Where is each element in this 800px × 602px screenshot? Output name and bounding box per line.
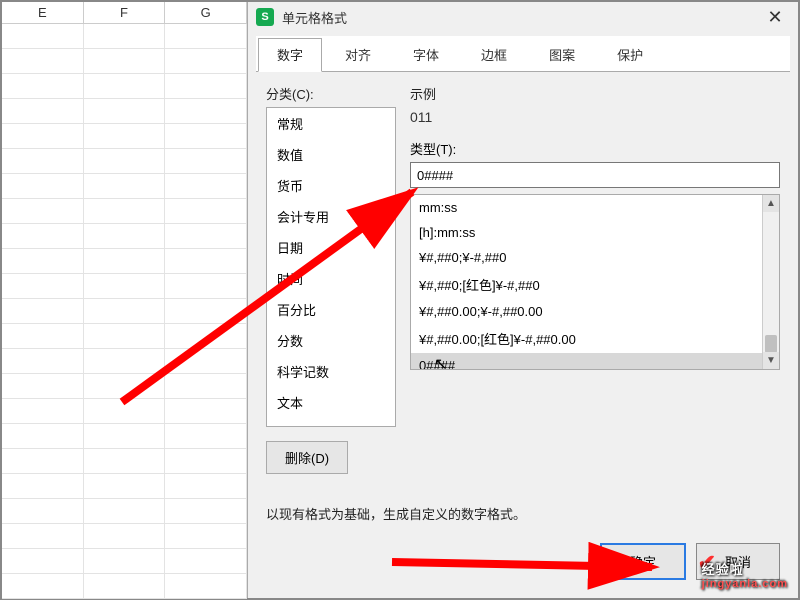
tab-font[interactable]: 字体 — [394, 38, 458, 71]
fmt-item-selected[interactable]: 0#### — [411, 353, 779, 369]
fmt-item[interactable]: mm:ss — [411, 195, 779, 220]
col-header-e[interactable]: E — [2, 2, 84, 24]
fmt-item[interactable]: ¥#,##0;¥-#,##0 — [411, 245, 779, 270]
cat-fraction[interactable]: 分数 — [267, 325, 395, 356]
scroll-thumb[interactable] — [765, 335, 777, 353]
cancel-button[interactable]: 取消 — [696, 543, 780, 580]
cat-text[interactable]: 文本 — [267, 387, 395, 418]
scroll-up-icon[interactable]: ▲ — [763, 195, 779, 212]
cat-time[interactable]: 时间 — [267, 263, 395, 294]
scrollbar[interactable]: ▲ ▼ — [762, 195, 779, 369]
column-headers: E F G — [2, 2, 247, 24]
cat-scientific[interactable]: 科学记数 — [267, 356, 395, 387]
col-header-f[interactable]: F — [84, 2, 166, 24]
close-button[interactable]: ✕ — [760, 7, 790, 28]
cat-number[interactable]: 数值 — [267, 139, 395, 170]
tab-border[interactable]: 边框 — [462, 38, 526, 71]
cells-grid[interactable] — [2, 24, 247, 599]
fmt-item[interactable]: ¥#,##0.00;[红色]¥-#,##0.00 — [411, 324, 779, 353]
tab-bar: 数字 对齐 字体 边框 图案 保护 — [256, 36, 790, 72]
dialog-title: 单元格格式 — [282, 8, 760, 27]
dialog-footer: 确定 取消 — [600, 543, 780, 580]
tab-pattern[interactable]: 图案 — [530, 38, 594, 71]
title-bar: S 单元格格式 ✕ — [248, 2, 798, 32]
app-icon: S — [256, 8, 274, 26]
tab-number[interactable]: 数字 — [258, 38, 322, 72]
cat-accounting[interactable]: 会计专用 — [267, 201, 395, 232]
format-list[interactable]: mm:ss [h]:mm:ss ¥#,##0;¥-#,##0 ¥#,##0;[红… — [410, 194, 780, 370]
type-input[interactable] — [410, 162, 780, 188]
dialog-body: 分类(C): 常规 数值 货币 会计专用 日期 时间 百分比 分数 科学记数 文… — [248, 72, 798, 486]
fmt-item[interactable]: [h]:mm:ss — [411, 220, 779, 245]
type-label: 类型(T): — [410, 139, 780, 158]
scroll-down-icon[interactable]: ▼ — [763, 352, 779, 369]
cell-format-dialog: S 单元格格式 ✕ 数字 对齐 字体 边框 图案 保护 分类(C): 常规 数值… — [247, 2, 798, 598]
tab-protect[interactable]: 保护 — [598, 38, 662, 71]
sample-box: 示例 011 — [410, 84, 780, 125]
cat-percent[interactable]: 百分比 — [267, 294, 395, 325]
sample-label: 示例 — [410, 84, 780, 103]
spreadsheet-area: E F G — [2, 2, 247, 602]
fmt-item[interactable]: ¥#,##0;[红色]¥-#,##0 — [411, 270, 779, 299]
ok-button[interactable]: 确定 — [600, 543, 686, 580]
category-label: 分类(C): — [266, 84, 396, 103]
cat-currency[interactable]: 货币 — [267, 170, 395, 201]
delete-button[interactable]: 删除(D) — [266, 441, 348, 474]
hint-text: 以现有格式为基础，生成自定义的数字格式。 — [266, 504, 780, 523]
category-column: 分类(C): 常规 数值 货币 会计专用 日期 时间 百分比 分数 科学记数 文… — [266, 84, 396, 474]
cat-special[interactable]: 特殊 — [267, 418, 395, 427]
cat-date[interactable]: 日期 — [267, 232, 395, 263]
fmt-item[interactable]: ¥#,##0.00;¥-#,##0.00 — [411, 299, 779, 324]
detail-column: 示例 011 类型(T): mm:ss [h]:mm:ss ¥#,##0;¥-#… — [410, 84, 780, 474]
tab-align[interactable]: 对齐 — [326, 38, 390, 71]
cat-general[interactable]: 常规 — [267, 108, 395, 139]
category-list[interactable]: 常规 数值 货币 会计专用 日期 时间 百分比 分数 科学记数 文本 特殊 自定… — [266, 107, 396, 427]
sample-value: 011 — [410, 109, 780, 125]
col-header-g[interactable]: G — [165, 2, 247, 24]
